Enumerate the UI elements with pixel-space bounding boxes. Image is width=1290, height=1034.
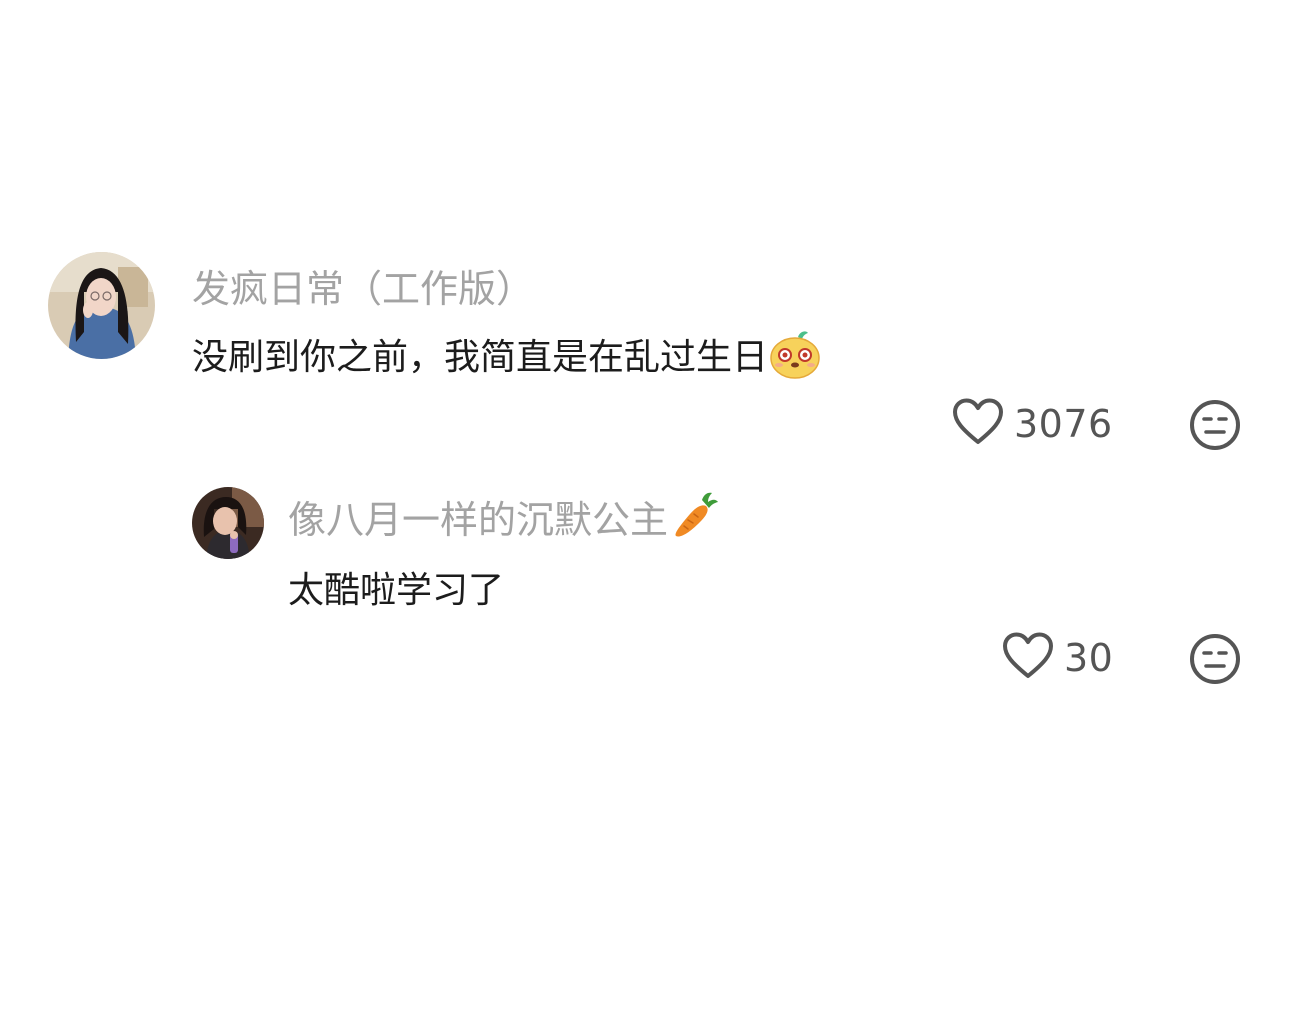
like-count: 3076: [1014, 402, 1113, 446]
like-button[interactable]: 30: [1002, 632, 1113, 684]
commenter-username[interactable]: 发疯日常（工作版）: [192, 260, 535, 311]
unamused-face-icon: [1189, 634, 1241, 689]
replier-username[interactable]: 像八月一样的沉默公主: [288, 490, 720, 542]
replier-avatar[interactable]: [192, 487, 264, 559]
comment-thread: 发疯日常（工作版） 没刷到你之前，我简直是在乱过生日 3076 像八月一样的沉默…: [0, 0, 1290, 1034]
dislike-button[interactable]: [1189, 633, 1241, 685]
comment-body: 没刷到你之前，我简直是在乱过生日: [192, 337, 769, 378]
sticker-face-emoji: [768, 327, 822, 381]
reply-text: 太酷啦学习了: [288, 560, 504, 614]
username-text: 发疯日常（工作版）: [192, 266, 535, 311]
heart-outline-icon: [1002, 632, 1054, 684]
commenter-avatar[interactable]: [48, 252, 155, 359]
dislike-button[interactable]: [1189, 399, 1241, 451]
like-button[interactable]: 3076: [952, 398, 1113, 450]
username-text: 像八月一样的沉默公主: [288, 497, 669, 542]
unamused-face-icon: [1189, 400, 1241, 455]
comment-text: 没刷到你之前，我简直是在乱过生日: [192, 325, 822, 383]
avatar-photo: [48, 252, 155, 359]
like-count: 30: [1064, 636, 1114, 680]
avatar-photo: [192, 487, 264, 559]
heart-outline-icon: [952, 398, 1004, 450]
carrot-emoji: [668, 490, 720, 542]
reply-body: 太酷啦学习了: [288, 570, 505, 611]
